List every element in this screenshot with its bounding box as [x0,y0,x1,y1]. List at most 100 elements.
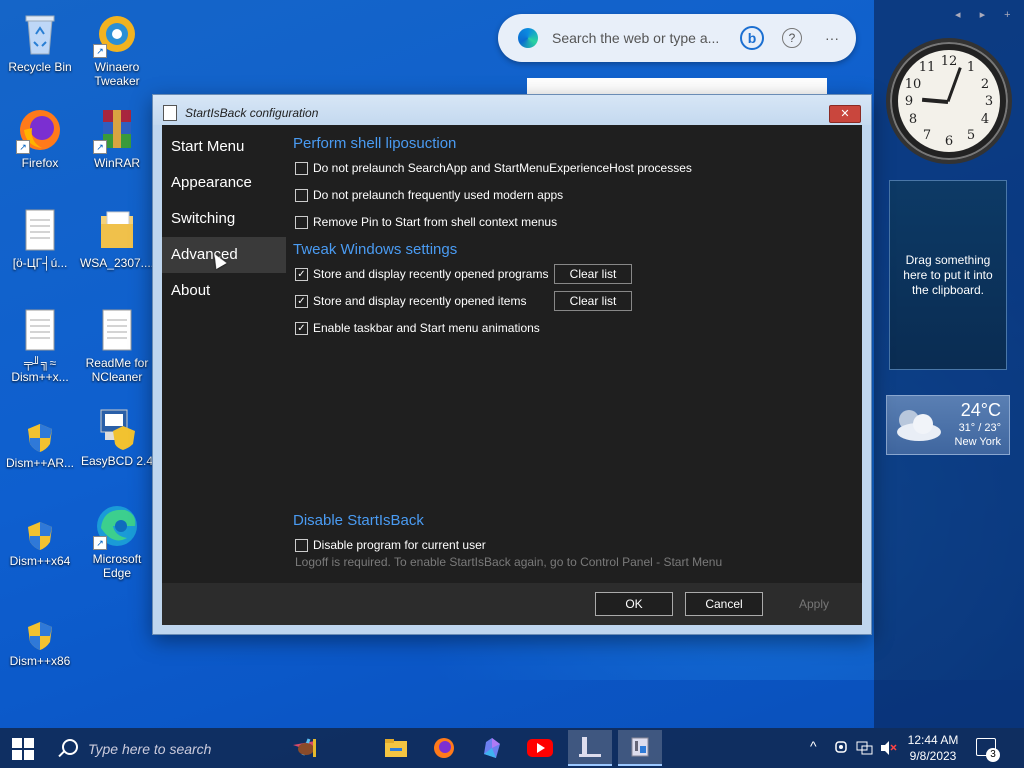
copilot-icon[interactable] [470,730,514,766]
clock-number: 10 [904,77,922,92]
desktop-icon-dism-text[interactable]: ╤╜╗≈ Dism++x... [0,306,80,384]
icon-label: WinRAR [93,156,140,170]
option-remove-pin-to-start[interactable]: Remove Pin to Start from shell context m… [295,215,557,229]
desktop-icon-readme-ncleaner[interactable]: ReadMe for NCleaner [77,306,157,384]
option-no-prelaunch-searchapp[interactable]: Do not prelaunch SearchApp and StartMenu… [295,161,692,175]
analog-clock-gadget[interactable]: 12 1 2 3 4 5 6 7 8 9 10 11 [886,38,1012,164]
checkbox[interactable] [295,538,308,552]
web-search-bar[interactable]: Search the web or type a... b ? ··· [498,14,856,62]
clipboard-gadget[interactable]: Drag something here to put it into the c… [889,180,1007,370]
desktop-icon-dism-x86[interactable]: Dism++x86 [0,618,80,668]
desktop-icon-winrar[interactable]: ↗ WinRAR [77,106,157,170]
desktop-icon-dism-x64[interactable]: Dism++x64 [0,518,80,568]
apply-button[interactable]: Apply [775,592,853,616]
shortcut-arrow-icon: ↗ [93,44,107,58]
checkbox[interactable] [295,161,308,175]
clock-number: 9 [904,94,914,109]
checkbox-checked[interactable]: ✓ [295,294,308,308]
clock-hour-hand [921,97,949,104]
checkbox[interactable] [295,215,308,229]
clock-number: 3 [984,94,994,109]
uac-shield-icon [16,518,64,552]
icon-label: [ö-ЦГ┤ú... [12,256,68,270]
icon-label: ReadMe for NCleaner [85,356,149,384]
checkbox-checked[interactable]: ✓ [295,267,308,281]
taskbar-search-box[interactable]: Type here to search [50,728,280,768]
more-options-icon[interactable]: ··· [820,26,844,50]
nav-item-about[interactable]: About [162,273,286,309]
section-heading-tweak: Tweak Windows settings [293,241,458,258]
sidebar-controls[interactable]: ◂ ▸ + [955,8,1019,21]
text-document-icon [16,306,64,354]
weather-gadget[interactable]: 24°C 31° / 23° New York [886,395,1010,455]
option-animations[interactable]: ✓ Enable taskbar and Start menu animatio… [295,321,540,335]
option-label: Store and display recently opened items [313,294,527,308]
desktop-icon-firefox[interactable]: ↗ Firefox [0,106,80,170]
desktop-icon-easybcd[interactable]: EasyBCD 2.4 [77,404,157,468]
option-label: Do not prelaunch SearchApp and StartMenu… [313,161,692,175]
recycle-bin-icon [16,10,64,58]
clear-recent-items-button[interactable]: Clear list [554,291,632,311]
weather-temperature: 24°C [960,400,1001,420]
option-recent-items[interactable]: ✓ Store and display recently opened item… [295,294,526,308]
youtube-icon[interactable] [518,730,562,766]
notification-count-badge: 3 [986,748,1000,762]
clock-face: 12 1 2 3 4 5 6 7 8 9 10 11 [898,50,1000,152]
section-heading-liposuction: Perform shell liposuction [293,135,457,152]
icon-label: ╤╜╗≈ Dism++x... [11,356,69,384]
network-icon[interactable] [856,740,874,759]
cancel-button[interactable]: Cancel [685,592,763,616]
web-search-input[interactable]: Search the web or type a... [552,30,722,46]
desktop-icon-wsa-folder[interactable]: WSA_2307.... [77,206,157,270]
nav-item-appearance[interactable]: Appearance [162,165,286,201]
option-label: Do not prelaunch frequently used modern … [313,188,564,202]
dialog-titlebar[interactable]: StartIsBack configuration ✕ [153,95,871,125]
taskbar-search-highlight-icon[interactable] [282,730,326,766]
option-no-prelaunch-modern-apps[interactable]: Do not prelaunch frequently used modern … [295,188,563,202]
checkbox-checked[interactable]: ✓ [295,321,308,335]
desktop-icon-microsoft-edge[interactable]: ↗ Microsoft Edge [77,502,157,580]
easybcd-icon [93,404,141,452]
nav-item-switching[interactable]: Switching [162,201,286,237]
windows-logo-icon [12,750,22,760]
desktop-icon-text-file[interactable]: [ö-ЦГ┤ú... [0,206,80,270]
startisback-config-taskbar-icon[interactable] [618,730,662,766]
tray-overflow-chevron-icon[interactable]: ^ [810,738,817,754]
logoff-note: Logoff is required. To enable StartIsBac… [295,555,723,569]
startisback-taskbar-icon[interactable] [568,730,612,766]
clear-recent-programs-button[interactable]: Clear list [554,264,632,284]
tray-app-icon[interactable] [834,740,848,757]
start-button[interactable] [12,738,34,760]
desktop-icon-winaero-tweaker[interactable]: ↗ Winaero Tweaker [77,10,157,88]
taskbar-clock[interactable]: 12:44 AM 9/8/2023 [906,732,960,764]
shortcut-arrow-icon: ↗ [93,140,107,154]
icon-label: Dism++x86 [9,654,71,668]
nav-item-start-menu[interactable]: Start Menu [162,129,286,165]
desktop-icon-recycle-bin[interactable]: Recycle Bin [0,10,80,74]
winrar-icon: ↗ [93,106,141,154]
taskbar: Type here to search ^ 12:44 AM 9/8/2023 … [0,728,1024,768]
close-button[interactable]: ✕ [829,105,861,123]
dialog-title: StartIsBack configuration [185,106,319,120]
volume-muted-icon[interactable] [880,740,898,759]
dialog-client-area: Start Menu Appearance Switching Advanced… [162,125,862,625]
clock-minute-hand [946,67,962,103]
search-icon [62,739,78,755]
windows-logo-icon [24,738,34,748]
firefox-taskbar-icon[interactable] [422,730,466,766]
ok-button[interactable]: OK [595,592,673,616]
checkbox[interactable] [295,188,308,202]
text-document-icon [16,206,64,254]
file-explorer-icon[interactable] [374,730,418,766]
firefox-icon: ↗ [16,106,64,154]
option-label: Remove Pin to Start from shell context m… [313,215,558,229]
taskbar-search-placeholder: Type here to search [88,741,212,757]
option-recent-programs[interactable]: ✓ Store and display recently opened prog… [295,267,548,281]
help-icon[interactable]: ? [782,28,802,48]
nav-item-advanced[interactable]: Advanced [162,237,286,273]
icon-label: Microsoft Edge [92,552,142,580]
desktop-icon-dism-arm[interactable]: Dism++AR... [0,420,80,470]
uac-shield-icon [16,420,64,454]
bing-chat-icon[interactable]: b [740,26,764,50]
option-disable-program[interactable]: Disable program for current user [295,538,486,552]
